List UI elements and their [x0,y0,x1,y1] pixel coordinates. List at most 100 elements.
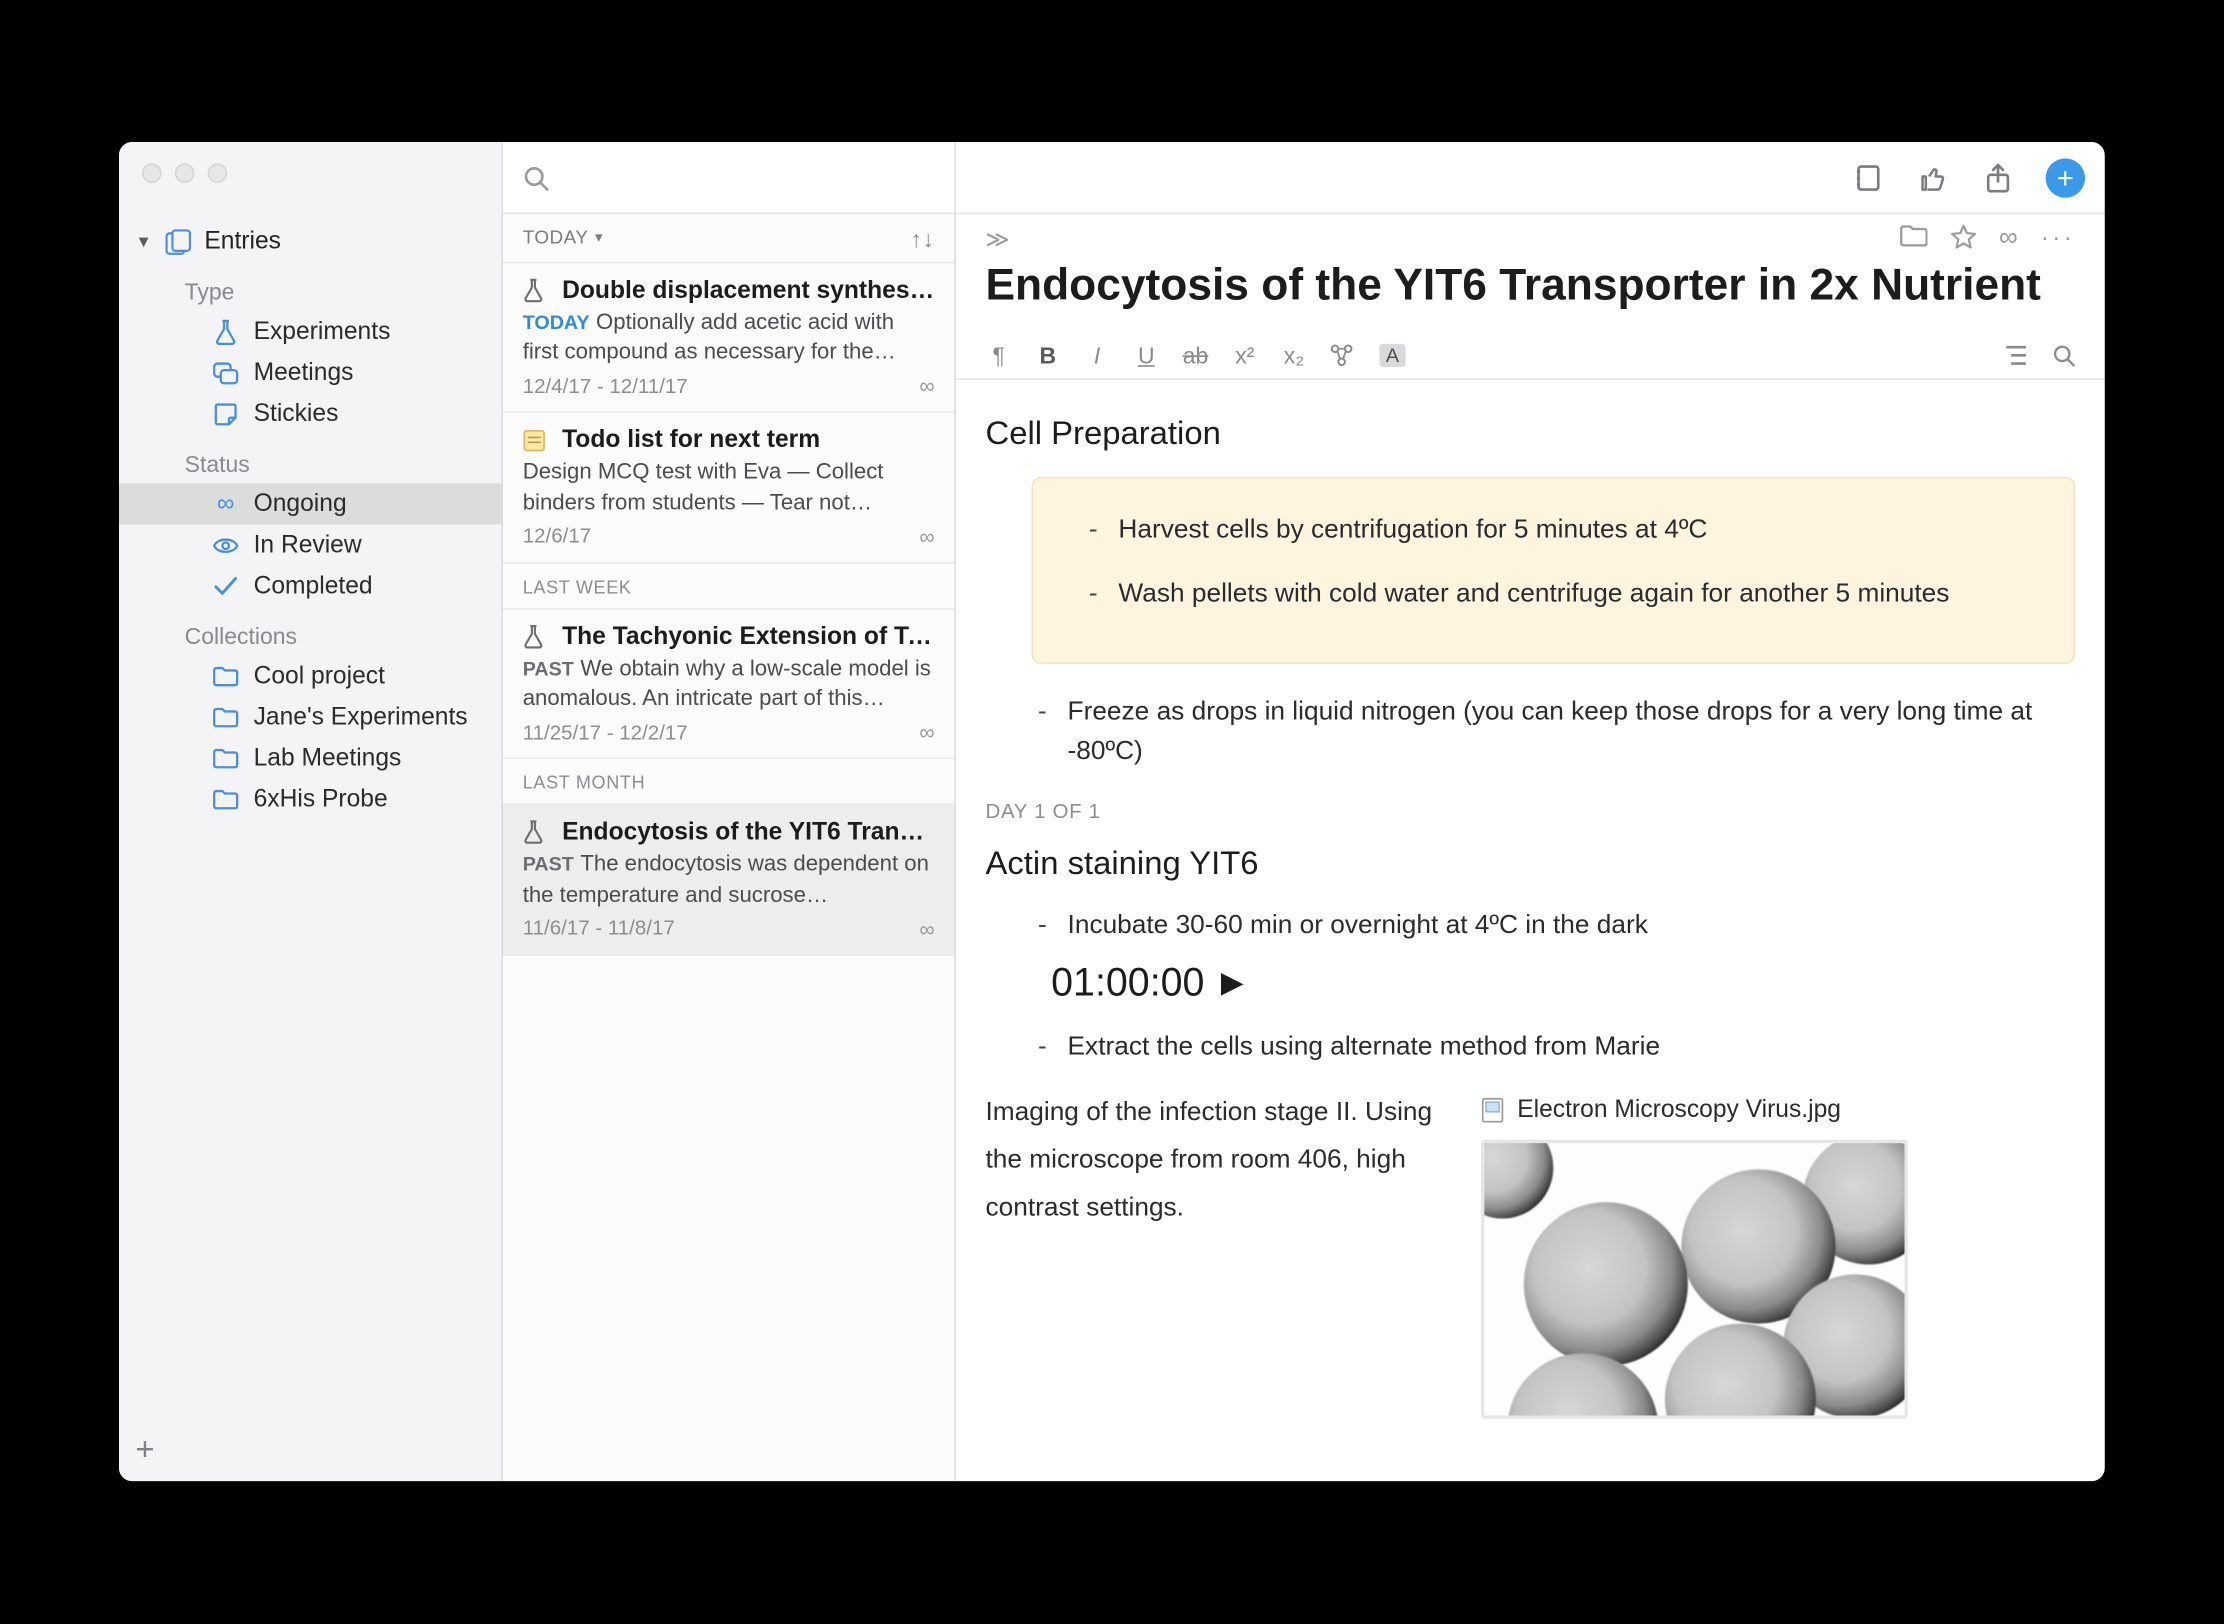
italic-button[interactable]: I [1084,342,1110,368]
sidebar-item-ongoing[interactable]: ∞ Ongoing [119,484,501,525]
sidebar-item-jane-s-experiments[interactable]: Jane's Experiments [119,697,501,738]
sidebar-item-lab-meetings[interactable]: Lab Meetings [119,738,501,779]
search-bar [503,142,954,214]
star-icon[interactable] [1950,224,1976,254]
list-item: Incubate 30-60 min or overnight at 4ºC i… [1032,906,2076,947]
image-file-icon [1481,1097,1504,1123]
add-sidebar-item-button[interactable]: + [136,1436,166,1466]
check-icon [211,576,241,596]
sidebar-item-label: Lab Meetings [254,745,402,773]
find-icon[interactable] [2052,343,2075,366]
bold-button[interactable]: B [1035,342,1061,368]
list-filter-bar: TODAY ▾ ↑↓ [503,215,954,264]
section-heading: Cell Preparation [986,410,2076,461]
folder-icon[interactable] [1899,224,1927,254]
entry-date: 11/6/17 - 11/8/17 [523,917,675,940]
sidebar-item-label: Stickies [254,400,339,428]
window-controls [119,142,501,208]
entry-tag: TODAY [523,311,590,334]
entry-item[interactable]: The Tachyonic Extension of To… PASTWe obt… [503,610,954,760]
section-heading: Actin staining YIT6 [986,839,2076,890]
list-filter-dropdown[interactable]: TODAY ▾ [523,229,603,249]
entry-date: 11/25/17 - 12/2/17 [523,721,688,744]
entry-preview: PASTWe obtain why a low-scale model is a… [523,654,935,714]
flask-icon [523,279,549,304]
app-window: ▼ Entries TypeExperimentsMeetingsStickie… [119,142,2105,1481]
sidebar-item-meetings[interactable]: Meetings [119,352,501,393]
sidebar-header-entries[interactable]: ▼ Entries [119,218,501,262]
sidebar-item-stickies[interactable]: Stickies [119,394,501,435]
entry-item[interactable]: Endocytosis of the YIT6 Trans… PASTThe en… [503,806,954,956]
folder-icon [211,707,241,728]
note-content[interactable]: Cell Preparation Harvest cells by centri… [956,380,2105,1481]
search-icon[interactable] [523,165,549,191]
sidebar-group-label: Collections [119,607,501,656]
minimize-window-button[interactable] [175,164,195,184]
callout-item: Wash pellets with cold water and centrif… [1082,575,2037,616]
sidebar-item-6xhis-probe[interactable]: 6xHis Probe [119,779,501,820]
new-entry-button[interactable]: + [2046,158,2085,197]
play-icon[interactable]: ▶ [1221,961,1244,1007]
attachment[interactable]: Electron Microscopy Virus.jpg [1481,1092,1908,1419]
paragraph-style-button[interactable]: ¶ [986,342,1012,368]
infinity-icon: ∞ [920,721,935,746]
flask-icon [211,319,241,345]
thumbs-up-icon[interactable] [1914,160,1950,196]
sidebar-item-completed[interactable]: Completed [119,566,501,607]
chevron-down-icon: ▾ [595,229,603,247]
list-section-header: LAST WEEK [503,564,954,610]
sidebar-item-label: Jane's Experiments [254,704,468,732]
note-title[interactable]: Endocytosis of the YIT6 Transporter in 2… [986,254,2076,321]
sidebar-item-cool-project[interactable]: Cool project [119,656,501,697]
list-filter-label: TODAY [523,229,589,249]
infinity-icon: ∞ [920,917,935,942]
day-label: DAY 1 of 1 [986,798,2076,830]
sidebar-item-label: Completed [254,572,373,600]
strikethrough-button[interactable]: ab [1183,342,1209,368]
infinity-icon: ∞ [920,525,935,550]
imaging-note: Imaging of the infection stage II. Using… [986,1092,1449,1419]
infinity-icon[interactable]: ∞ [1999,224,2018,254]
sidebar-item-in-review[interactable]: In Review [119,525,501,566]
sidebar-item-label: Ongoing [254,490,347,518]
disclosure-triangle-icon: ▼ [136,235,152,251]
entry-title: The Tachyonic Extension of To… [562,623,935,651]
share-icon[interactable] [1980,160,2016,196]
highlight-button[interactable]: A [1379,343,1405,366]
entry-item[interactable]: Todo list for next term Design MCQ test w… [503,414,954,564]
note-icon [523,430,549,453]
entry-preview: TODAYOptionally add acetic acid with fir… [523,308,935,368]
attachment-filename: Electron Microscopy Virus.jpg [1517,1092,1841,1130]
entry-date: 12/4/17 - 12/11/17 [523,375,688,398]
entry-date: 12/6/17 [523,525,591,548]
list-item: Freeze as drops in liquid nitrogen (you … [1032,693,2076,774]
entry-title: Endocytosis of the YIT6 Trans… [562,819,935,847]
entry-title: Double displacement synthesi… [562,277,935,305]
zoom-window-button[interactable] [208,164,228,184]
breadcrumb-collapse-icon[interactable]: ≫ [986,225,1010,253]
superscript-button[interactable]: x² [1232,342,1258,368]
list-sort-button[interactable]: ↑↓ [911,225,935,251]
callout-item: Harvest cells by centrifugation for 5 mi… [1082,512,2037,553]
sidebar-item-label: 6xHis Probe [254,786,388,814]
outline-icon[interactable] [2003,343,2029,366]
sidebar-item-label: Experiments [254,318,391,346]
sidebar-item-experiments[interactable]: Experiments [119,311,501,352]
flask-icon [523,821,549,846]
close-window-button[interactable] [142,164,162,184]
library-icon[interactable] [1849,160,1885,196]
editor-toolbar: + [956,142,2105,214]
entry-title: Todo list for next term [562,427,820,455]
infinity-icon: ∞ [211,492,241,517]
timer[interactable]: 01:00:00 ▶ [1051,954,2075,1015]
sticky-icon [211,403,241,426]
underline-button[interactable]: U [1133,342,1159,368]
subscript-button[interactable]: x₂ [1281,342,1307,368]
flask-icon [523,625,549,650]
more-icon[interactable]: ··· [2041,224,2075,254]
link-button[interactable] [1330,343,1356,366]
entry-preview: PASTThe endocytosis was dependent on the… [523,850,935,910]
entry-preview: Design MCQ test with Eva — Collect binde… [523,458,935,518]
entry-tag: PAST [523,854,574,877]
entry-item[interactable]: Double displacement synthesi… TODAYOption… [503,264,954,414]
